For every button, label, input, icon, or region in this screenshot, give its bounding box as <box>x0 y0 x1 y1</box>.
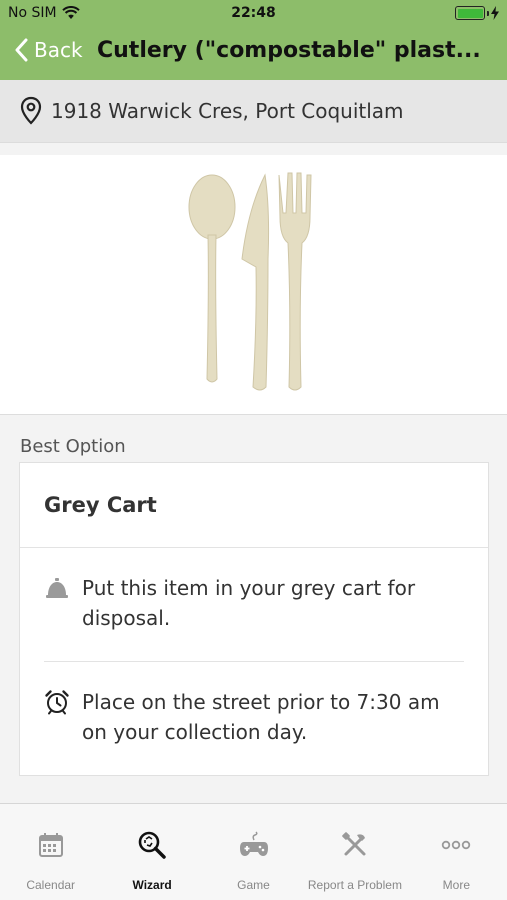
bell-icon <box>46 578 68 598</box>
instruction-row: Put this item in your grey cart for disp… <box>44 573 464 633</box>
schedule-row: Place on the street prior to 7:30 am on … <box>44 687 464 747</box>
back-label: Back <box>34 38 83 62</box>
address-bar[interactable]: 1918 Warwick Cres, Port Coquitlam <box>0 80 507 143</box>
tab-more[interactable]: More <box>406 804 507 900</box>
address-text: 1918 Warwick Cres, Port Coquitlam <box>51 99 404 123</box>
gamepad-icon <box>239 831 268 856</box>
best-option-card: Grey Cart Put this item in your grey car… <box>19 462 489 776</box>
tab-label: Wizard <box>132 878 172 892</box>
tab-label: Game <box>237 878 270 892</box>
calendar-icon <box>38 833 63 857</box>
tab-label: Calendar <box>26 878 76 892</box>
tab-label: Report a Problem <box>307 878 402 892</box>
battery-icon <box>455 6 485 20</box>
schedule-text: Place on the street prior to 7:30 am on … <box>82 690 440 744</box>
page-title: Cutlery ("compostable" plast... <box>97 38 481 63</box>
battery-indicator <box>455 6 499 20</box>
item-image-area <box>0 155 507 415</box>
disposal-method-title: Grey Cart <box>20 463 488 548</box>
tab-label: More <box>442 878 470 892</box>
instruction-text: Put this item in your grey cart for disp… <box>82 576 416 630</box>
clock: 22:48 <box>231 5 276 21</box>
navigation-bar: Back Cutlery ("compostable" plast... <box>0 28 507 80</box>
cutlery-image <box>188 172 312 391</box>
charging-bolt-icon <box>491 6 499 20</box>
tab-bar: Calendar Wizard Game Report a Problem Mo… <box>0 803 507 900</box>
more-dots-icon <box>442 840 471 850</box>
tab-game[interactable]: Game <box>203 804 304 900</box>
wizard-search-icon <box>138 831 166 859</box>
tools-icon <box>342 832 366 856</box>
tab-calendar[interactable]: Calendar <box>0 804 101 900</box>
alarm-clock-icon <box>45 690 69 715</box>
tab-report-a-problem[interactable]: Report a Problem <box>304 804 405 900</box>
section-label-best-option: Best Option <box>20 436 126 457</box>
tab-wizard[interactable]: Wizard <box>101 804 202 900</box>
status-bar: No SIM 22:48 <box>0 0 507 28</box>
chevron-left-icon <box>15 38 28 62</box>
location-pin-icon <box>20 96 42 125</box>
back-button[interactable]: Back <box>14 38 83 62</box>
divider <box>44 661 464 662</box>
